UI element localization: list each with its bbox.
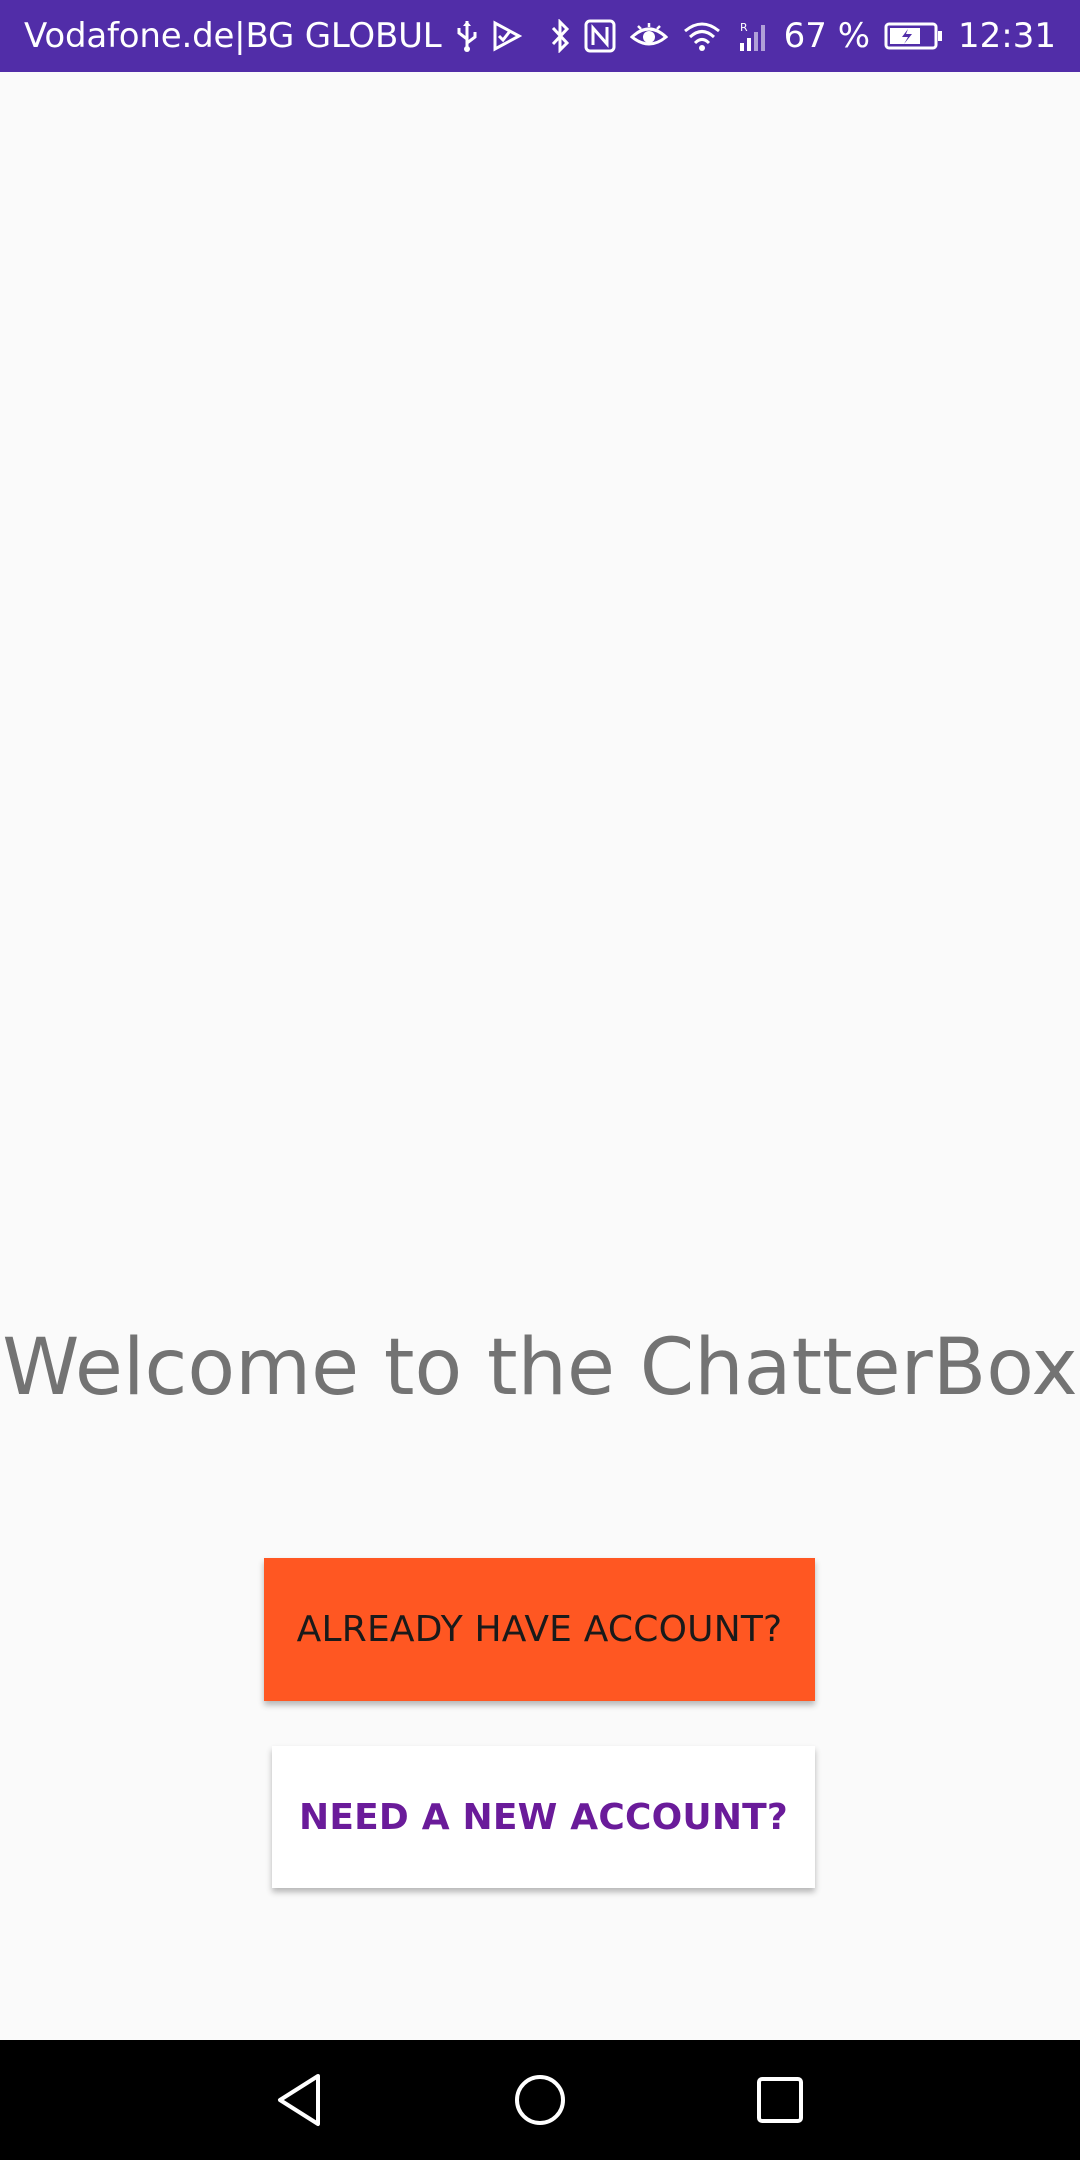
- status-right: R 67 % 12:31: [550, 0, 1056, 72]
- usb-icon: [454, 19, 480, 53]
- battery-icon: [884, 21, 944, 51]
- battery-percent: 67 %: [783, 16, 871, 56]
- status-left: Vodafone.de|BG GLOBUL: [24, 0, 522, 72]
- check-flag-icon: [492, 20, 522, 52]
- need-new-account-button[interactable]: NEED A NEW ACCOUNT?: [272, 1746, 815, 1888]
- wifi-icon: [682, 20, 722, 52]
- recents-icon[interactable]: [730, 2060, 830, 2140]
- main-content: Welcome to the ChatterBox ALREADY HAVE A…: [0, 72, 1080, 2040]
- back-icon[interactable]: [250, 2060, 350, 2140]
- bluetooth-icon: [550, 19, 570, 53]
- clock: 12:31: [958, 16, 1056, 56]
- home-icon[interactable]: [490, 2060, 590, 2140]
- signal-icon: R: [736, 19, 770, 53]
- status-bar: Vodafone.de|BG GLOBUL R 67 % 12:31: [0, 0, 1080, 72]
- carrier-label: Vodafone.de|BG GLOBUL: [24, 16, 442, 56]
- nfc-icon: [584, 19, 616, 53]
- already-have-account-button[interactable]: ALREADY HAVE ACCOUNT?: [264, 1558, 815, 1701]
- svg-text:R: R: [740, 21, 748, 34]
- welcome-title: Welcome to the ChatterBox: [2, 1323, 1078, 1413]
- navigation-bar: [0, 2040, 1080, 2160]
- eye-icon: [629, 21, 668, 51]
